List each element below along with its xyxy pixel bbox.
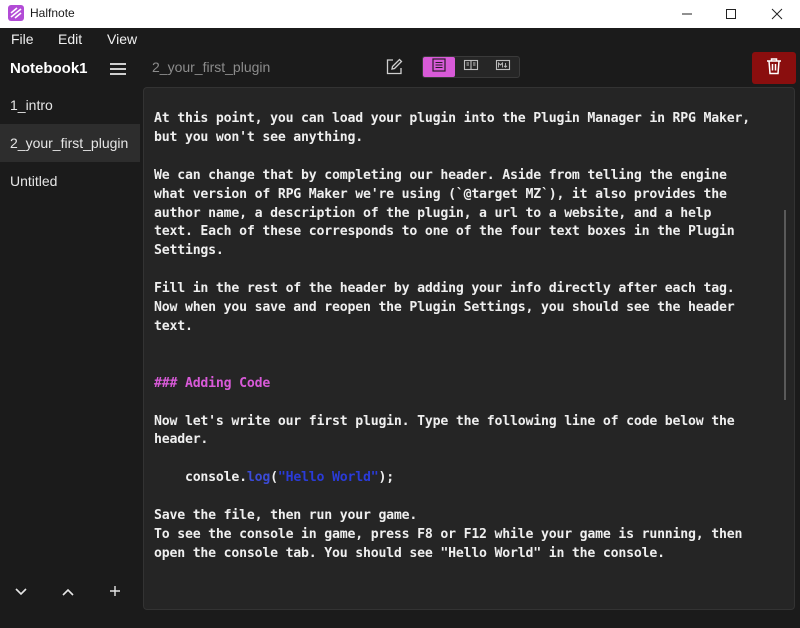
move-note-down-button[interactable] bbox=[10, 582, 32, 604]
note-editor[interactable]: At this point, you can load your plugin … bbox=[143, 87, 795, 610]
maximize-button[interactable] bbox=[708, 0, 754, 28]
markdown-preview-icon bbox=[495, 58, 511, 76]
editor-line: Save the file, then run your game. bbox=[154, 508, 418, 524]
note-item-untitled[interactable]: Untitled bbox=[0, 162, 140, 200]
editor-view-icon bbox=[431, 57, 447, 77]
editor-line: but you won't see anything. bbox=[154, 129, 363, 145]
split-view-button[interactable] bbox=[455, 57, 487, 77]
status-bar bbox=[0, 612, 800, 628]
editor-line: header. bbox=[154, 432, 209, 448]
window-title: Halfnote bbox=[30, 6, 75, 20]
markdown-heading: ### Adding Code bbox=[154, 375, 271, 391]
hamburger-menu-icon[interactable] bbox=[110, 63, 126, 75]
chevron-down-icon bbox=[14, 584, 28, 602]
editor-line: text. bbox=[154, 318, 193, 334]
notebook-title[interactable]: Notebook1 bbox=[10, 60, 88, 77]
code-object: console. bbox=[154, 470, 247, 486]
editor-line: We can change that by completing our hea… bbox=[154, 167, 727, 183]
menu-edit[interactable]: Edit bbox=[58, 31, 82, 47]
editor-line: To see the console in game, press F8 or … bbox=[154, 526, 743, 542]
menu-bar: File Edit View bbox=[0, 28, 800, 50]
sidebar: Notebook1 1_intro 2_your_first_plugin Un… bbox=[0, 50, 140, 612]
editor-line: At this point, you can load your plugin … bbox=[154, 111, 750, 126]
code-paren: ); bbox=[378, 470, 394, 486]
code-paren: ( bbox=[270, 470, 278, 486]
trash-icon bbox=[766, 57, 782, 80]
menu-view[interactable]: View bbox=[107, 31, 137, 47]
sidebar-header: Notebook1 bbox=[0, 50, 140, 86]
editor-line: text. Each of these corresponds to one o… bbox=[154, 224, 735, 240]
editor-line: Fill in the rest of the header by adding… bbox=[154, 281, 735, 297]
note-item-2-your-first-plugin[interactable]: 2_your_first_plugin bbox=[0, 124, 140, 162]
chevron-up-icon bbox=[61, 584, 75, 602]
note-item-1-intro[interactable]: 1_intro bbox=[0, 86, 140, 124]
editor-view-button[interactable] bbox=[423, 57, 455, 77]
editor-scrollbar[interactable] bbox=[784, 210, 786, 400]
preview-view-button[interactable] bbox=[487, 57, 519, 77]
move-note-up-button[interactable] bbox=[57, 582, 79, 604]
code-function: log bbox=[246, 470, 271, 486]
editor-line: Now let's write our first plugin. Type t… bbox=[154, 413, 735, 429]
editor-line: author name, a description of the plugin… bbox=[154, 205, 712, 221]
code-line: console.log("Hello World"); bbox=[154, 470, 394, 485]
editor-content[interactable]: At this point, you can load your plugin … bbox=[154, 110, 794, 564]
rename-edit-icon[interactable] bbox=[384, 57, 404, 77]
note-title-field[interactable]: 2_your_first_plugin bbox=[152, 59, 270, 75]
editor-toolbar: 2_your_first_plugin bbox=[140, 50, 800, 86]
note-label: 2_your_first_plugin bbox=[10, 135, 129, 151]
editor-line: what version of RPG Maker we're using (`… bbox=[154, 186, 727, 202]
view-mode-toggle bbox=[422, 56, 520, 78]
minimize-button[interactable] bbox=[664, 0, 710, 28]
note-label: Untitled bbox=[10, 173, 58, 189]
menu-file[interactable]: File bbox=[11, 31, 34, 47]
editor-line: open the console tab. You should see "He… bbox=[154, 545, 665, 561]
code-string: "Hello World" bbox=[277, 470, 379, 486]
note-label: 1_intro bbox=[10, 97, 53, 113]
split-view-icon bbox=[463, 58, 479, 76]
add-note-button[interactable] bbox=[104, 582, 126, 604]
close-button[interactable] bbox=[754, 0, 800, 28]
title-bar: Halfnote bbox=[0, 0, 800, 28]
editor-line: Settings. bbox=[154, 243, 224, 259]
editor-line: Now when you save and reopen the Plugin … bbox=[154, 300, 735, 316]
plus-icon bbox=[109, 584, 121, 602]
app-logo-icon bbox=[8, 5, 24, 21]
delete-note-button[interactable] bbox=[752, 52, 796, 84]
